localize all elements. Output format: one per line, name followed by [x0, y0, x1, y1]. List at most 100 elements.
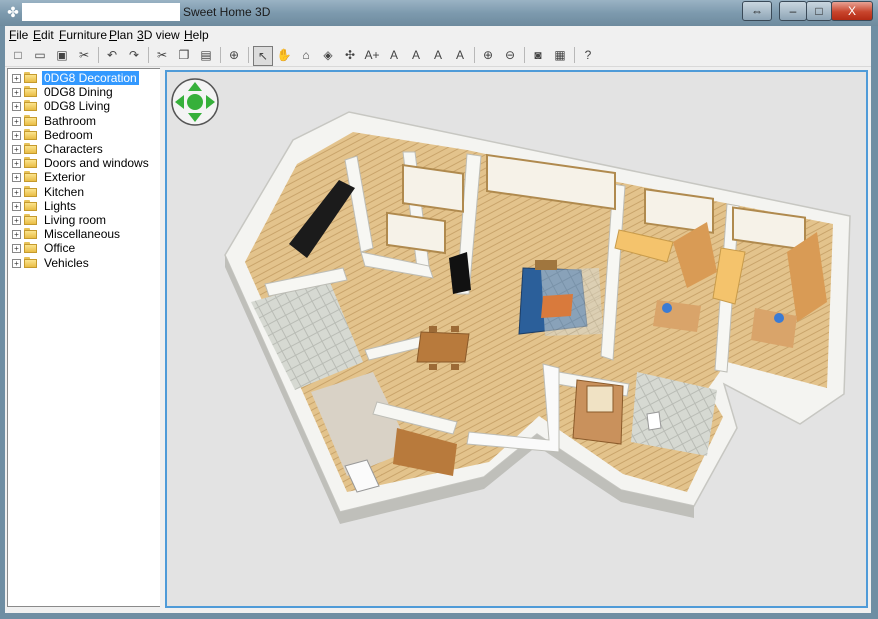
folder-icon [24, 72, 37, 83]
toolbar-separator [98, 47, 99, 63]
3d-home-render [171, 78, 851, 524]
expand-icon[interactable]: + [12, 145, 21, 154]
application-window: ✤ Sweet Home 3D ⇔ – □ X File Edit Furnit… [0, 0, 878, 619]
add-furniture-icon[interactable]: ⊕ [225, 46, 243, 64]
new-home-icon[interactable]: □ [9, 46, 27, 64]
toolbar-separator [248, 47, 249, 63]
window-title: Sweet Home 3D [183, 5, 271, 19]
redo-icon[interactable]: ↷ [125, 46, 143, 64]
decrease-text-size-icon[interactable]: A [407, 46, 425, 64]
expand-icon[interactable]: + [12, 159, 21, 169]
menu-plan[interactable]: Plan [109, 28, 133, 42]
category-label: Miscellaneous [44, 227, 121, 242]
catalog-category[interactable]: + Bedroom [8, 128, 158, 142]
preferences-icon[interactable]: ✂ [75, 46, 93, 64]
folder-icon [24, 157, 37, 169]
catalog-category[interactable]: + Characters [8, 142, 158, 156]
cut-icon[interactable]: ✂ [153, 46, 171, 64]
folder-icon [24, 214, 37, 225]
toolbar-separator [474, 47, 475, 63]
expand-icon[interactable]: + [12, 216, 21, 225]
category-label: 0DG8 Dining [44, 85, 113, 100]
expand-icon[interactable]: + [12, 130, 21, 140]
create-dimensions-icon[interactable]: ✣ [341, 46, 359, 64]
expand-icon[interactable]: + [12, 116, 21, 126]
expand-icon[interactable]: + [12, 230, 21, 240]
toolbar-separator [220, 47, 221, 63]
catalog-category[interactable]: + Lights [8, 199, 158, 213]
copy-icon[interactable]: ❐ [175, 46, 193, 64]
expand-icon[interactable]: + [12, 173, 21, 183]
swap-window-button[interactable]: ⇔ [742, 1, 772, 21]
create-video-icon[interactable]: ▦ [551, 46, 569, 64]
expand-icon[interactable]: + [12, 88, 21, 98]
menu-file[interactable]: File [9, 28, 28, 42]
folder-icon [24, 171, 37, 183]
expand-icon[interactable]: + [12, 102, 21, 112]
folder-icon [24, 228, 37, 240]
increase-text-size-icon[interactable]: A [385, 46, 403, 64]
expand-icon[interactable]: + [12, 258, 21, 268]
folder-icon [24, 256, 37, 268]
toolbar-separator [574, 47, 575, 63]
expand-icon[interactable]: + [12, 74, 21, 83]
catalog-category[interactable]: + Miscellaneous [8, 227, 158, 241]
zoom-out-icon[interactable]: ⊖ [501, 46, 519, 64]
category-label: 0DG8 Decoration [42, 71, 139, 85]
catalog-category[interactable]: + Exterior [8, 170, 158, 184]
add-text-icon[interactable]: A+ [363, 46, 381, 64]
expand-icon[interactable]: + [12, 187, 21, 197]
furniture-catalog-tree[interactable]: +0DG8 Decoration +0DG8 Dining +0DG8 Living… [7, 68, 161, 607]
3d-view[interactable] [165, 70, 868, 608]
category-label: Kitchen [44, 184, 85, 199]
expand-icon[interactable]: + [12, 244, 21, 254]
select-mode-icon[interactable]: ↖ [253, 46, 273, 66]
catalog-category[interactable]: + Living room [8, 213, 158, 227]
save-icon[interactable]: ▣ [53, 46, 71, 64]
app-icon[interactable]: ✤ [5, 4, 21, 20]
category-label: Vehicles [44, 255, 89, 270]
bold-text-icon[interactable]: A [429, 46, 447, 64]
create-rooms-icon[interactable]: ◈ [319, 46, 337, 64]
catalog-category[interactable]: + Vehicles [8, 256, 158, 270]
toolbar-separator [524, 47, 525, 63]
folder-icon [24, 185, 37, 197]
folder-icon [24, 242, 37, 254]
category-label: 0DG8 Living [44, 99, 111, 114]
folder-icon [24, 199, 37, 211]
toolbar: □ ▭ ▣ ✂ ↶ ↷ ✂ ❐ ▤ ⊕ ↖ ✋ ⌂ ◈ ✣ A+ A A A A ⊕ ⊖ ◙ ▦? [5, 44, 871, 67]
create-photo-icon[interactable]: ◙ [529, 46, 547, 64]
navigation-arrows[interactable] [171, 78, 219, 126]
title-bar[interactable]: ✤ Sweet Home 3D ⇔ – □ X [0, 0, 878, 26]
menu-help[interactable]: Help [184, 28, 209, 42]
window-frame-bottom [0, 613, 878, 619]
catalog-category[interactable]: + Bathroom [8, 114, 158, 128]
catalog-category[interactable]: +0DG8 Decoration [8, 71, 158, 85]
maximize-button[interactable]: □ [806, 1, 832, 21]
folder-icon [24, 128, 37, 140]
folder-icon [24, 100, 37, 112]
close-button[interactable]: X [831, 1, 873, 21]
help-icon[interactable]: ? [579, 46, 597, 64]
menu-3d-view[interactable]: 3D view [137, 28, 180, 42]
category-label: Office [44, 241, 76, 256]
catalog-category[interactable]: + Kitchen [8, 185, 158, 199]
menu-furniture[interactable]: Furniture [59, 28, 107, 42]
italic-text-icon[interactable]: A [451, 46, 469, 64]
expand-icon[interactable]: + [12, 201, 21, 211]
minimize-button[interactable]: – [779, 1, 807, 21]
create-walls-icon[interactable]: ⌂ [297, 46, 315, 64]
zoom-in-icon[interactable]: ⊕ [479, 46, 497, 64]
category-label: Exterior [44, 170, 86, 185]
category-label: Living room [44, 213, 107, 227]
menu-edit[interactable]: Edit [33, 28, 54, 42]
catalog-category[interactable]: +0DG8 Living [8, 99, 158, 113]
undo-icon[interactable]: ↶ [103, 46, 121, 64]
pan-mode-icon[interactable]: ✋ [275, 46, 293, 64]
paste-icon[interactable]: ▤ [197, 46, 215, 64]
catalog-category[interactable]: +0DG8 Dining [8, 85, 158, 99]
catalog-category[interactable]: + Doors and windows [8, 156, 158, 170]
catalog-category[interactable]: + Office [8, 241, 158, 255]
open-icon[interactable]: ▭ [31, 46, 49, 64]
category-label: Characters [44, 142, 103, 156]
